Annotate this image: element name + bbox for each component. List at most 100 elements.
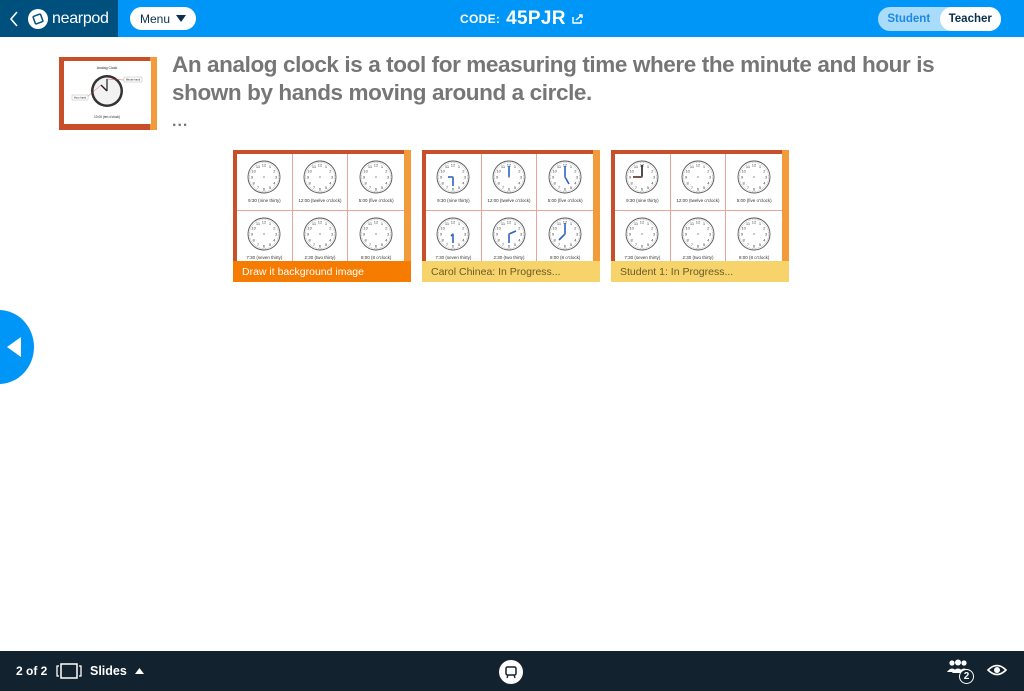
thumbnail-title: Analog Clock: [97, 66, 118, 70]
svg-text:12: 12: [451, 220, 456, 225]
svg-text:10: 10: [553, 169, 558, 174]
svg-text:10: 10: [441, 226, 446, 231]
clock-face-icon: 123456789101112: [548, 160, 582, 194]
question-text: An analog clock is a tool for measuring …: [172, 52, 935, 105]
clock-label: 5:00 (five o'clock): [358, 198, 394, 203]
menu-button[interactable]: Menu: [130, 7, 196, 30]
clock-cell: 1 2 3 4 5 6 7 8 9 10 11 12 8:00 (8 o'clock): [537, 211, 593, 268]
more-options-button[interactable]: ...: [172, 113, 188, 131]
response-card-background[interactable]: 1 2 3 4 5 6 7 8 9 10 11 12 9:30 (nine thirty) 1 2 3 4 5 6 7…: [233, 150, 411, 282]
svg-text:12: 12: [507, 220, 512, 225]
response-card-carol-chinea[interactable]: 1 2 3 4 5 6 7 8 9 10 11 12 9:30 (nine thirty) 1 2 3 4 5 6 7…: [422, 150, 600, 282]
svg-text:10: 10: [364, 169, 369, 174]
clock-face-icon: 123456789101112: [359, 217, 393, 251]
svg-text:10: 10: [496, 169, 501, 174]
clock-label: 12:00 (twelve o'clock): [676, 198, 720, 203]
bottom-bar: 2 of 2 Slides 2: [0, 651, 1024, 691]
clock-face-icon: 123456789101112: [625, 217, 659, 251]
response-card-student-1[interactable]: 1234567891011129:30 (nine thirty)1234567…: [611, 150, 789, 282]
clock-label: 8:00 (8 o'clock): [549, 255, 581, 260]
caret-up-icon: [134, 668, 144, 674]
clock-label: 2:30 (two thirty): [304, 255, 336, 260]
share-icon[interactable]: [572, 13, 584, 24]
svg-text:12: 12: [374, 163, 379, 168]
clock-label: 9:30 (nine thirty): [437, 198, 470, 203]
clock-cell: 1 2 3 4 5 6 7 8 9 10 11 12 12:00 (twelve o'clock): [292, 154, 349, 211]
svg-text:12: 12: [262, 220, 267, 225]
svg-text:10: 10: [553, 226, 558, 231]
clock-cell: 1 2 3 4 5 6 7 8 9 10 11 12 12:00 (twelve o'clock): [481, 154, 538, 211]
svg-text:12: 12: [374, 220, 379, 225]
clock-face-icon: 123456789101112: [681, 160, 715, 194]
hour-hand-label: Hour hand: [74, 96, 87, 100]
svg-text:10: 10: [252, 169, 257, 174]
clock-label: 7:30 (seven thirty): [624, 255, 661, 260]
clock-label: 5:00 (five o'clock): [736, 198, 772, 203]
svg-text:12: 12: [640, 220, 645, 225]
svg-text:12: 12: [451, 163, 456, 168]
student-view-button[interactable]: Student: [878, 7, 940, 31]
back-button[interactable]: [0, 0, 28, 37]
svg-text:10: 10: [307, 169, 312, 174]
svg-text:10: 10: [496, 226, 501, 231]
clock-label: 12:00 (twelve o'clock): [487, 198, 531, 203]
svg-text:10: 10: [441, 169, 446, 174]
svg-text:10: 10: [742, 169, 747, 174]
minute-hand-label: Minute hand: [126, 78, 141, 82]
whiteboard-button[interactable]: [499, 660, 523, 684]
clock-label: 8:00 (8 o'clock): [738, 255, 770, 260]
clock-label: 2:30 (two thirty): [682, 255, 714, 260]
clock-cell: 123456789101112 9:30 (nine thirty): [426, 154, 482, 211]
page-count: 2 of 2: [16, 664, 48, 678]
triangle-left-icon: [7, 337, 21, 357]
whiteboard-icon: [505, 666, 517, 679]
eye-icon: [986, 664, 1008, 676]
card-caption: Carol Chinea: In Progress...: [422, 261, 600, 282]
clock-cell: 1 2 3 4 5 6 7 8 9 10 11 12 5:00 (five o'clock): [726, 154, 782, 211]
clock-label: 5:00 (five o'clock): [547, 198, 583, 203]
slides-button[interactable]: Slides: [56, 651, 144, 691]
app-name: nearpod: [52, 9, 109, 27]
clock-face-icon: 123456789101112: [737, 217, 771, 251]
clock-cell: 1 2 3 4 5 6 7 8 9 10 11 12 2:30 (two thirty): [670, 211, 727, 268]
svg-text:10: 10: [364, 226, 369, 231]
clock-face-icon: 123456789101112: [548, 217, 582, 251]
clock-cell: 1 2 3 4 5 6 7 8 9 10 11 12 2:30 (two thirty): [481, 211, 538, 268]
clock-cell: 1 2 3 4 5 6 7 8 9 10 11 12 5:00 (five o'clock): [348, 154, 404, 211]
brand-area: nearpod: [0, 0, 118, 37]
chevron-left-icon: [9, 10, 18, 27]
preview-button[interactable]: [986, 663, 1008, 682]
svg-text:10: 10: [742, 226, 747, 231]
card-caption: Student 1: In Progress...: [611, 261, 789, 282]
students-button[interactable]: 2: [946, 659, 976, 685]
clock-face-icon: 123456789101112: [492, 217, 526, 251]
clock-face-icon: 123456789101112: [436, 160, 470, 194]
clock-face-icon: 123456789101112: [303, 217, 337, 251]
clock-cell: 1 2 3 4 5 6 7 8 9 10 11 12 7:30 (seven thirty): [237, 211, 293, 268]
teacher-view-button[interactable]: Teacher: [939, 7, 1001, 31]
svg-text:10: 10: [252, 226, 257, 231]
clock-label: 7:30 (seven thirty): [435, 255, 472, 260]
nearpod-logo: nearpod: [28, 8, 109, 29]
slides-label: Slides: [90, 664, 127, 678]
code-label: CODE:: [460, 11, 501, 26]
code-value: 45PJR: [506, 7, 566, 29]
clock-face-icon: 123456789101112: [625, 160, 659, 194]
clock-label: 7:30 (seven thirty): [246, 255, 283, 260]
clock-cell: 1 2 3 4 5 6 7 8 9 10 11 12 5:00 (five o'clock): [537, 154, 593, 211]
top-bar: nearpod Menu CODE: 45PJR Student Teacher: [0, 0, 1024, 37]
svg-text:12: 12: [318, 163, 323, 168]
clock-face-icon: 123456789101112: [359, 160, 393, 194]
svg-text:12: 12: [696, 163, 701, 168]
thumbnail-caption: 10:00 (ten o'clock): [94, 115, 120, 119]
svg-text:12: 12: [696, 220, 701, 225]
svg-text:12: 12: [752, 163, 757, 168]
clock-face-icon: 123456789101112: [247, 217, 281, 251]
clock-label: 12:00 (twelve o'clock): [298, 198, 342, 203]
clock-face-icon: 123456789101112: [247, 160, 281, 194]
previous-slide-button[interactable]: [0, 310, 34, 384]
menu-label: Menu: [139, 11, 171, 26]
clock-cell: 123456789101112 9:30 (nine thirty): [237, 154, 293, 211]
clock-cell: 1 2 3 4 5 6 7 8 9 10 11 12 7:30 (seven thirty): [615, 211, 671, 268]
slide-thumbnail[interactable]: Analog Clock Minute hand Hour hand 10:00…: [59, 57, 157, 130]
